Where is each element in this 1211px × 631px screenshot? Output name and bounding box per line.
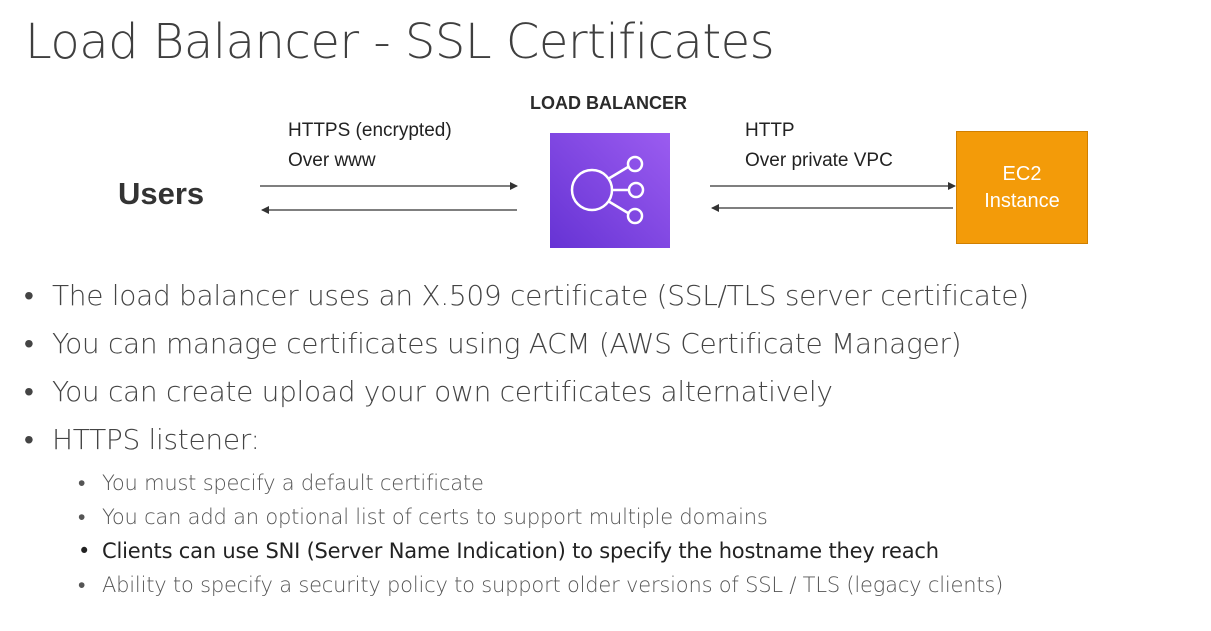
bullet-item: You can create upload your own certifica… xyxy=(22,368,1029,416)
main-bullet-list: The load balancer uses an X.509 certific… xyxy=(22,272,1029,464)
bullet-item: You can manage certificates using ACM (A… xyxy=(22,320,1029,368)
sub-bullet-item-emphasized: Clients can use SNI (Server Name Indicat… xyxy=(78,534,1003,568)
https-listener-sub-list: You must specify a default certificate Y… xyxy=(78,466,1003,602)
connection-arrows xyxy=(260,182,956,214)
sub-bullet-item: Ability to specify a security policy to … xyxy=(78,568,1003,602)
sub-bullet-item: You can add an optional list of certs to… xyxy=(78,500,1003,534)
sub-bullet-item: You must specify a default certificate xyxy=(78,466,1003,500)
architecture-diagram: LOAD BALANCER Users HTTPS (encrypted) Ov… xyxy=(0,0,1211,260)
bullet-item: The load balancer uses an X.509 certific… xyxy=(22,272,1029,320)
bullet-item: HTTPS listener: xyxy=(22,416,1029,464)
